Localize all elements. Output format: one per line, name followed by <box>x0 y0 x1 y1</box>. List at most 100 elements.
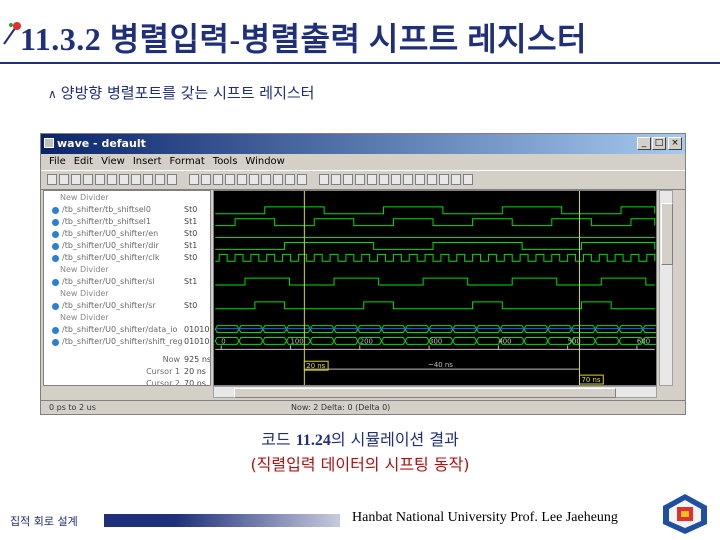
cursor-2-label: 70 ns <box>581 376 600 384</box>
signal-row[interactable]: /tb_shifter/tb_shiftsel0 St0 <box>44 205 210 216</box>
menu-item-insert[interactable]: Insert <box>133 154 162 170</box>
toolbar-button[interactable] <box>83 174 93 185</box>
signal-name: /tb_shifter/U0_shifter/data_io <box>62 325 178 334</box>
toolbar-button[interactable] <box>273 174 283 185</box>
menu-item-window[interactable]: Window <box>245 154 284 170</box>
cursor-value: 20 ns <box>184 367 206 376</box>
toolbar-button[interactable] <box>451 174 461 185</box>
signal-row[interactable]: /tb_shifter/U0_shifter/data_io 010101 <box>44 325 210 336</box>
caption-line2: (직렬입력 데이터의 시프팅 동작) <box>250 455 470 474</box>
caption-line1: 코드 11.24의 시뮬레이션 결과 <box>0 428 720 453</box>
scroll-thumb[interactable] <box>661 203 673 265</box>
cursor-delta-label: ~40 ns <box>428 361 453 369</box>
scroll-thumb[interactable] <box>234 388 616 398</box>
cursor-row[interactable]: Cursor 1 20 ns <box>44 367 210 378</box>
university-logo-icon <box>663 494 707 534</box>
signal-row[interactable]: /tb_shifter/U0_shifter/sr St0 <box>44 301 210 312</box>
signal-row[interactable]: /tb_shifter/U0_shifter/shift_reg010101 <box>44 337 210 348</box>
cursor-name: Now <box>162 355 180 364</box>
signal-name: /tb_shifter/U0_shifter/sr <box>62 301 156 310</box>
toolbar-button[interactable] <box>107 174 117 185</box>
toolbar-button[interactable] <box>261 174 271 185</box>
signal-row[interactable]: /tb_shifter/U0_shifter/sl St1 <box>44 277 210 288</box>
toolbar-button[interactable] <box>201 174 211 185</box>
toolbar-button[interactable] <box>249 174 259 185</box>
horizontal-scrollbar[interactable] <box>213 386 657 398</box>
wave-window: wave - default _ □ × File Edit View Insert F… <box>40 133 686 415</box>
divider-row[interactable]: New Divider <box>44 289 210 300</box>
title-underline <box>0 62 720 64</box>
signal-value: 010101 <box>184 337 210 346</box>
toolbar <box>41 170 685 190</box>
toolbar-button[interactable] <box>319 174 329 185</box>
toolbar-button[interactable] <box>225 174 235 185</box>
cursor-name: Cursor 1 <box>146 367 180 376</box>
cursor-row[interactable]: Cursor 2 70 ns <box>44 379 210 385</box>
menu-item-view[interactable]: View <box>101 154 125 170</box>
toolbar-button[interactable] <box>131 174 141 185</box>
menu-item-edit[interactable]: Edit <box>74 154 93 170</box>
signal-icon <box>52 327 59 334</box>
close-button[interactable]: × <box>668 137 682 150</box>
signal-value: St1 <box>184 217 198 226</box>
waveform-trace <box>215 241 656 250</box>
waveform-trace <box>215 253 656 262</box>
time-tick-label: 400 <box>498 337 511 345</box>
minimize-button[interactable]: _ <box>637 137 651 150</box>
signal-icon <box>52 231 59 238</box>
toolbar-button[interactable] <box>213 174 223 185</box>
signal-row[interactable]: /tb_shifter/U0_shifter/en St0 <box>44 229 210 240</box>
caption-rest: 의 시뮬레이션 결과 <box>330 430 459 449</box>
signal-name: /tb_shifter/tb_shiftsel0 <box>62 205 151 214</box>
signal-row[interactable]: /tb_shifter/tb_shiftsel1 St1 <box>44 217 210 228</box>
toolbar-button[interactable] <box>297 174 307 185</box>
menu-item-file[interactable]: File <box>49 154 66 170</box>
toolbar-button[interactable] <box>427 174 437 185</box>
toolbar-button[interactable] <box>285 174 295 185</box>
toolbar-button[interactable] <box>367 174 377 185</box>
toolbar-button[interactable] <box>167 174 177 185</box>
toolbar-button[interactable] <box>237 174 247 185</box>
toolbar-button[interactable] <box>119 174 129 185</box>
bullet-point: ∧ 양방향 병렬포트를 갖는 시프트 레지스터 <box>48 82 314 103</box>
vertical-scrollbar[interactable] <box>659 190 673 386</box>
menu-item-format[interactable]: Format <box>170 154 205 170</box>
toolbar-button[interactable] <box>343 174 353 185</box>
signal-name: New Divider <box>60 289 109 298</box>
divider-row[interactable]: New Divider <box>44 193 210 204</box>
divider-row[interactable]: New Divider <box>44 265 210 276</box>
figure-caption: 코드 11.24의 시뮬레이션 결과 (직렬입력 데이터의 시프팅 동작) <box>0 428 720 477</box>
toolbar-button[interactable] <box>391 174 401 185</box>
toolbar-button[interactable] <box>355 174 365 185</box>
toolbar-button[interactable] <box>403 174 413 185</box>
waveform-trace <box>215 206 656 215</box>
cursor-row[interactable]: Now 925 ns <box>44 355 210 366</box>
toolbar-button[interactable] <box>47 174 57 185</box>
toolbar-button[interactable] <box>189 174 199 185</box>
toolbar-button[interactable] <box>331 174 341 185</box>
toolbar-button[interactable] <box>59 174 69 185</box>
bullet-mark-icon: ∧ <box>48 87 57 101</box>
status-bar: 0 ps to 2 us Now: 2 Delta: 0 (Delta 0) <box>41 400 685 415</box>
signal-row[interactable]: /tb_shifter/U0_shifter/dir St1 <box>44 241 210 252</box>
toolbar-button[interactable] <box>71 174 81 185</box>
toolbar-button[interactable] <box>415 174 425 185</box>
window-titlebar: wave - default _ □ × <box>41 134 685 154</box>
signal-value: St1 <box>184 241 198 250</box>
divider-row[interactable]: New Divider <box>44 313 210 324</box>
signal-name: New Divider <box>60 265 109 274</box>
toolbar-button[interactable] <box>379 174 389 185</box>
title-text: 병렬입력-병렬출력 시프트 레지스터 <box>109 21 587 57</box>
toolbar-button[interactable] <box>95 174 105 185</box>
signal-row[interactable]: /tb_shifter/U0_shifter/clk St0 <box>44 253 210 264</box>
signal-icon <box>52 207 59 214</box>
toolbar-button[interactable] <box>155 174 165 185</box>
maximize-button[interactable]: □ <box>652 137 666 150</box>
waveform-panel[interactable]: 0 100 200 300 400 500 60020 ns70 ns~40 ns <box>213 190 657 386</box>
waveform-trace <box>215 218 656 227</box>
menu-item-tools[interactable]: Tools <box>213 154 238 170</box>
toolbar-button[interactable] <box>463 174 473 185</box>
toolbar-button[interactable] <box>143 174 153 185</box>
signal-value: 010101 <box>184 325 210 334</box>
toolbar-button[interactable] <box>439 174 449 185</box>
